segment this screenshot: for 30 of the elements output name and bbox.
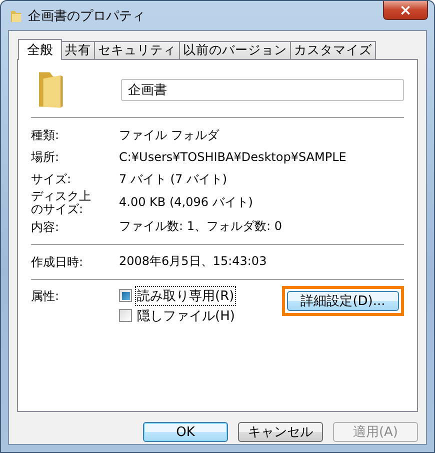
checkbox[interactable]: [119, 289, 132, 302]
ok-button[interactable]: OK: [143, 422, 228, 442]
property-label: 内容:: [31, 220, 60, 234]
advanced-button[interactable]: 詳細設定(D)...: [287, 290, 399, 311]
property-label: サイズ:: [31, 173, 72, 186]
tab[interactable]: カスタマイズ: [290, 41, 376, 59]
folder-icon: [39, 72, 63, 108]
folder-icon: [10, 8, 22, 22]
window-title: 企画書のプロパティ: [28, 8, 145, 24]
tab[interactable]: 以前のバージョン: [179, 41, 291, 59]
name-field[interactable]: 企画書: [120, 79, 404, 101]
close-button[interactable]: ×: [383, 1, 428, 20]
tab[interactable]: 共有: [61, 41, 95, 59]
property-label: 種類:: [31, 129, 60, 142]
property-label: 作成日時:: [31, 256, 84, 268]
property-value: ファイル数: 1、フォルダ数: 0: [119, 218, 282, 236]
property-value: ファイル フォルダ: [119, 126, 219, 144]
tab[interactable]: 全般: [18, 39, 62, 60]
property-value: C:¥Users¥TOSHIBA¥Desktop¥SAMPLE: [119, 150, 346, 164]
property-value: 7 バイト (7 バイト): [119, 170, 228, 188]
property-label: 属性:: [31, 290, 60, 302]
tab[interactable]: セキュリティ: [94, 41, 180, 59]
property-value: 4.00 KB (4,096 バイト): [119, 194, 253, 212]
checkbox-label[interactable]: 読み取り専用(R): [135, 286, 236, 306]
property-label: 場所:: [31, 151, 60, 164]
property-label: ディスク上のサイズ:: [31, 190, 92, 216]
cancel-button[interactable]: キャンセル: [238, 422, 323, 442]
checkbox-label[interactable]: 隠しファイル(H): [135, 306, 237, 326]
checkbox[interactable]: [119, 309, 132, 322]
property-value: 2008年6月5日、15:43:03: [119, 253, 267, 270]
